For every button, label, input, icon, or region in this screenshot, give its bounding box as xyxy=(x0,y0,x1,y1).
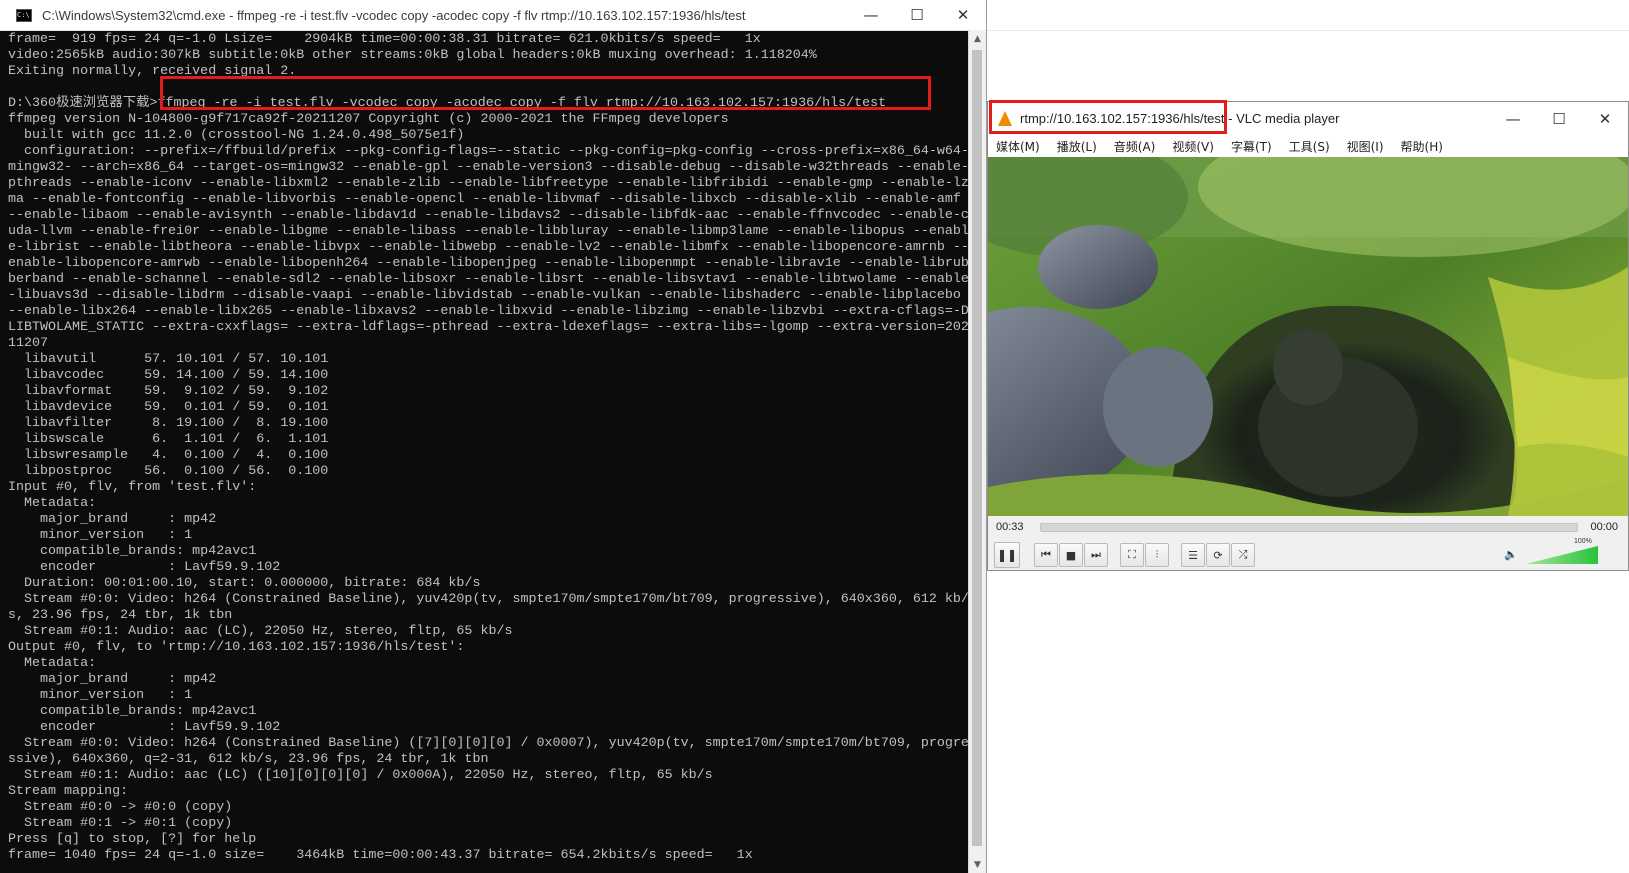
menu-help[interactable]: 帮助(H) xyxy=(1401,138,1443,155)
stop-button[interactable]: ■ xyxy=(1059,543,1083,567)
close-icon[interactable]: ✕ xyxy=(1582,104,1628,134)
stop-icon: ■ xyxy=(1065,548,1077,562)
vlc-cone-icon xyxy=(998,111,1012,126)
previous-button[interactable]: ⏮ xyxy=(1034,543,1058,567)
menu-tools[interactable]: 工具(S) xyxy=(1289,138,1330,155)
pause-icon: ❚❚ xyxy=(996,548,1018,562)
playlist-button[interactable]: ☰ xyxy=(1181,543,1205,567)
console-output[interactable]: frame= 919 fps= 24 q=-1.0 Lsize= 2904kB … xyxy=(0,30,969,873)
close-icon[interactable]: ✕ xyxy=(940,0,986,30)
cmd-app-icon: C:\ xyxy=(16,8,32,22)
cmd-titlebar[interactable]: C:\ C:\Windows\System32\cmd.exe - ffmpeg… xyxy=(0,0,986,31)
vlc-window: rtmp://10.163.102.157:1936/hls/test - VL… xyxy=(987,100,1629,571)
next-icon: ⏭ xyxy=(1091,548,1101,561)
fullscreen-button[interactable]: ⛶ xyxy=(1120,543,1144,567)
extended-settings-button[interactable]: ⫶ xyxy=(1145,543,1169,567)
next-button[interactable]: ⏭ xyxy=(1084,543,1108,567)
console-text: frame= 919 fps= 24 q=-1.0 Lsize= 2904kB … xyxy=(8,32,969,863)
maximize-icon[interactable]: ☐ xyxy=(1536,104,1582,134)
scroll-down-icon[interactable]: ▼ xyxy=(969,856,986,873)
vlc-menubar: 媒体(M) 播放(L) 音频(A) 视频(V) 字幕(T) 工具(S) 视图(I… xyxy=(988,135,1628,157)
playback-controls: ❚❚ ⏮ ■ ⏭ ⛶ ⫶ ☰ ⟳ ⤮ 🔈 100% xyxy=(988,538,1628,570)
volume-percent: 100% xyxy=(1574,538,1592,545)
fullscreen-icon: ⛶ xyxy=(1128,548,1136,561)
cmd-window: C:\ C:\Windows\System32\cmd.exe - ffmpeg… xyxy=(0,0,987,873)
menu-view[interactable]: 视图(I) xyxy=(1347,138,1384,155)
shuffle-button[interactable]: ⤮ xyxy=(1231,543,1255,567)
video-frame[interactable] xyxy=(988,157,1628,516)
loop-button[interactable]: ⟳ xyxy=(1206,543,1230,567)
console-scrollbar[interactable]: ▲ ▼ xyxy=(968,30,986,873)
previous-icon: ⏮ xyxy=(1041,548,1051,561)
vlc-window-title: rtmp://10.163.102.157:1936/hls/test - VL… xyxy=(1020,111,1339,126)
menu-playback[interactable]: 播放(L) xyxy=(1057,138,1097,155)
remaining-time: 00:00 xyxy=(1590,521,1618,533)
menu-media[interactable]: 媒体(M) xyxy=(996,138,1040,155)
vlc-titlebar[interactable]: rtmp://10.163.102.157:1936/hls/test - VL… xyxy=(988,100,1628,135)
minimize-icon[interactable]: — xyxy=(1490,104,1536,134)
vlc-app-name: - VLC media player xyxy=(1224,111,1340,126)
maximize-icon[interactable]: ☐ xyxy=(894,0,940,30)
scroll-up-icon[interactable]: ▲ xyxy=(969,30,986,47)
shuffle-icon: ⤮ xyxy=(1238,548,1248,561)
loop-icon: ⟳ xyxy=(1213,548,1223,562)
minimize-icon[interactable]: — xyxy=(848,0,894,30)
menu-subtitle[interactable]: 字幕(T) xyxy=(1231,138,1272,155)
equalizer-icon: ⫶ xyxy=(1155,548,1159,561)
desktop-background xyxy=(987,0,1629,31)
scroll-thumb[interactable] xyxy=(972,50,982,846)
pause-button[interactable]: ❚❚ xyxy=(994,542,1020,568)
menu-audio[interactable]: 音频(A) xyxy=(1114,138,1156,155)
seek-slider[interactable] xyxy=(1040,522,1579,532)
playlist-icon: ☰ xyxy=(1188,548,1198,562)
speaker-icon[interactable]: 🔈 xyxy=(1504,548,1518,561)
vlc-stream-url: rtmp://10.163.102.157:1936/hls/test xyxy=(1020,111,1225,126)
volume-control[interactable]: 🔈 100% xyxy=(1504,538,1612,566)
video-frame-image xyxy=(988,157,1628,516)
elapsed-time: 00:33 xyxy=(996,521,1024,533)
seek-bar-row: 00:33 00:00 xyxy=(988,516,1628,538)
menu-video[interactable]: 视频(V) xyxy=(1172,138,1214,155)
cmd-window-title: C:\Windows\System32\cmd.exe - ffmpeg -re… xyxy=(42,7,746,23)
